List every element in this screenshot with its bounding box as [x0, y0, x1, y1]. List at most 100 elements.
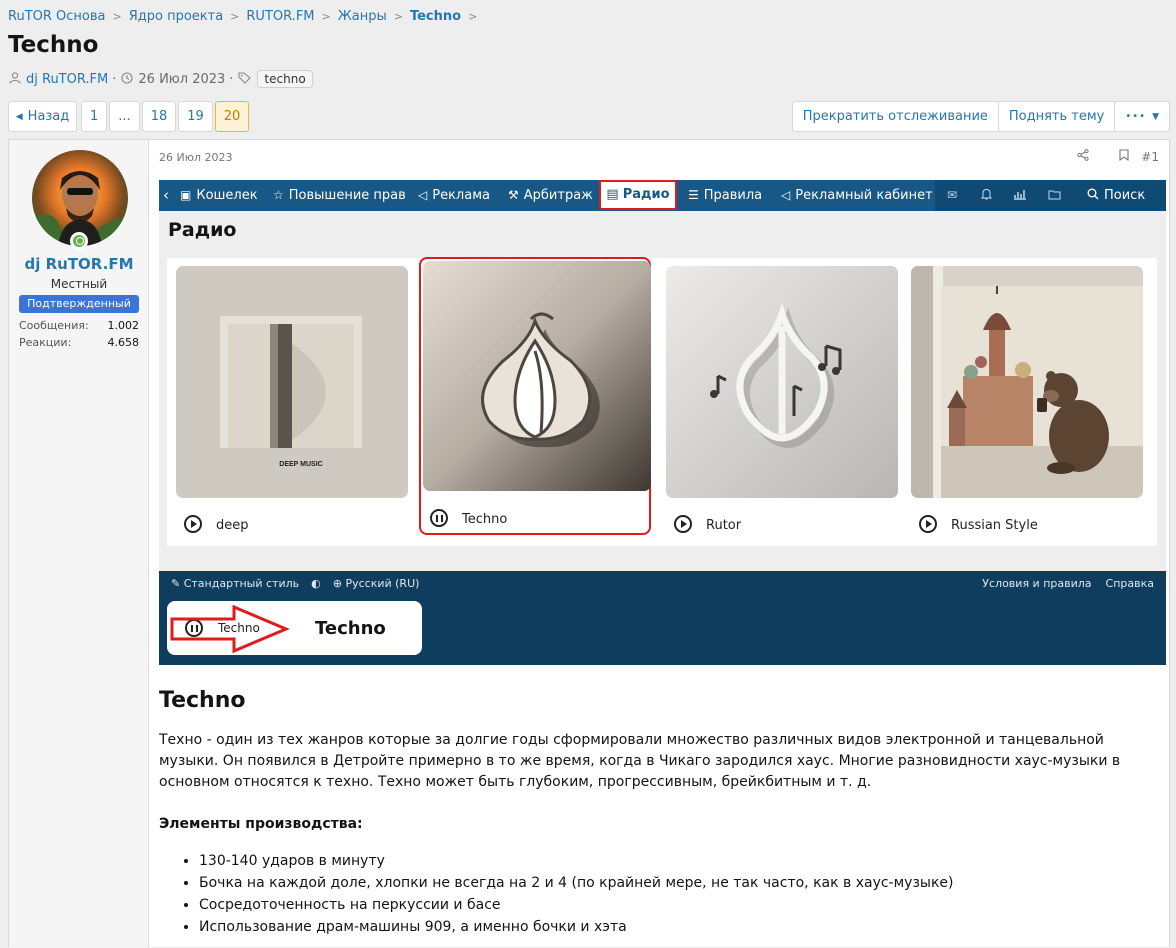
production-elements-list: 130-140 ударов в минуту Бочка на каждой … [159, 850, 954, 938]
now-playing-title: Techno [315, 618, 386, 639]
list-item: 130-140 ударов в минуту [199, 850, 954, 872]
list-item: Сосредоточенность на перкуссии и басе [199, 894, 954, 916]
station-card-rutor[interactable]: Rutor [666, 266, 898, 540]
nav-label: Реклама [432, 188, 490, 203]
list-item: Использование драм-машины 909, а именно … [199, 916, 954, 938]
station-cover-russian-style [911, 266, 1143, 498]
style-label: Стандартный стиль [183, 577, 300, 590]
more-dots: ••• [1125, 111, 1147, 122]
post-number[interactable]: #1 [1141, 150, 1159, 164]
breadcrumb-rutor-fm[interactable]: RUTOR.FM [246, 9, 314, 24]
nav-wallet[interactable]: ▣ Кошелек [180, 180, 258, 211]
share-icon[interactable] [1077, 149, 1089, 164]
nav-label: Радио [622, 187, 670, 202]
nav-label: Арбитраж [523, 188, 593, 203]
article-heading: Techno [159, 688, 246, 713]
nav-search[interactable]: Поиск [1087, 180, 1145, 211]
station-label: Rutor [706, 518, 742, 533]
nav-upgrade[interactable]: ☆ Повышение прав [273, 180, 406, 211]
contrast-icon[interactable]: ◐ [311, 577, 321, 590]
article-paragraph: Техно - один из тех жанров которые за до… [159, 732, 1121, 790]
help-link[interactable]: Справка [1106, 577, 1154, 590]
page-18[interactable]: 18 [141, 101, 177, 132]
station-card-techno[interactable]: Techno [419, 257, 651, 535]
breadcrumb-techno[interactable]: Techno [410, 9, 461, 24]
nav-ads[interactable]: ◁ Реклама [418, 180, 490, 211]
user-title: Местный [50, 277, 108, 291]
bump-thread-button[interactable]: Поднять тему [997, 101, 1116, 132]
user-banner: Подтвержденный [19, 295, 139, 313]
radio-icon: ▤ [606, 187, 619, 202]
globe-icon: ⊕ [332, 577, 346, 590]
radio-stations-panel: DEEP MUSIC deep Techno Rutor Russian Sty… [167, 257, 1157, 546]
thread-actions: Прекратить отслеживание Поднять тему •••… [791, 101, 1170, 132]
style-chooser[interactable]: ✎ Стандартный стиль [171, 577, 299, 590]
post-date[interactable]: 26 Июл 2023 [159, 151, 233, 164]
play-icon[interactable] [184, 515, 202, 533]
stat-key: Сообщения: [19, 319, 89, 332]
chevron-left-icon[interactable]: ‹ [163, 180, 169, 211]
bell-icon[interactable] [980, 180, 993, 211]
radio-site-nav: ‹ ▣ Кошелек ☆ Повышение прав ◁ Реклама ⚒ Арб… [159, 180, 1166, 211]
breadcrumb-rutor-osnova[interactable]: RuTOR Основа [8, 9, 106, 24]
thread-tag[interactable]: techno [257, 70, 313, 88]
nav-radio-active[interactable]: ▤ Радио [599, 180, 677, 210]
pagination-back-button[interactable]: ◀ Назад [8, 101, 77, 132]
page-ellipsis[interactable]: ... [109, 101, 140, 132]
caret-down-icon: ▼ [1152, 111, 1159, 122]
station-cover-techno [423, 261, 651, 491]
thread-author-link[interactable]: dj RuTOR.FM [26, 72, 108, 87]
cover-text: DEEP MUSIC [279, 461, 322, 468]
user-stat-reactions: Реакции: 4.658 [19, 336, 139, 349]
radio-site-footer: ✎ Стандартный стиль ◐ ⊕ Русский (RU) Усл… [159, 571, 1166, 665]
chevron-right-icon: > [230, 9, 240, 23]
brush-icon: ✎ [171, 577, 184, 590]
footer-left: ✎ Стандартный стиль ◐ ⊕ Русский (RU) [171, 577, 419, 590]
bookmark-icon[interactable] [1119, 149, 1129, 164]
nav-arbitration[interactable]: ⚒ Арбитраж [508, 180, 593, 211]
play-icon[interactable] [674, 515, 692, 533]
folder-icon[interactable] [1048, 180, 1061, 211]
breadcrumb-core[interactable]: Ядро проекта [129, 9, 223, 24]
clock-icon [120, 71, 134, 87]
stat-value: 1.002 [107, 319, 140, 332]
post-username[interactable]: dj RuTOR.FM [9, 255, 149, 273]
language-chooser[interactable]: ⊕ Русский (RU) [333, 577, 420, 590]
radio-page-title: Радио [168, 219, 237, 241]
back-label: Назад [27, 109, 70, 124]
station-card-deep[interactable]: DEEP MUSIC deep [176, 266, 408, 540]
more-menu-button[interactable]: ••• ▼ [1114, 101, 1170, 132]
stat-key: Реакции: [19, 336, 72, 349]
breadcrumb-genres[interactable]: Жанры [338, 9, 387, 24]
nav-label: Повышение прав [288, 188, 406, 203]
wallet-icon: ▣ [180, 188, 192, 202]
pause-icon[interactable] [430, 509, 448, 527]
station-label: deep [216, 518, 249, 533]
terms-link[interactable]: Условия и правила [982, 577, 1091, 590]
stat-value: 4.658 [107, 336, 140, 349]
thread-date: 26 Июл 2023 [138, 71, 226, 87]
unwatch-button[interactable]: Прекратить отслеживание [791, 101, 999, 132]
chevron-right-icon: > [468, 9, 478, 23]
mail-icon[interactable]: ✉ [947, 180, 957, 211]
nav-label: Рекламный кабинет [795, 188, 933, 203]
caret-left-icon: ◀ [15, 111, 23, 122]
station-card-russian-style[interactable]: Russian Style [911, 266, 1143, 540]
nav-label: Кошелек [196, 188, 258, 203]
red-arrow-annotation [170, 605, 290, 653]
page-19[interactable]: 19 [178, 101, 213, 132]
nav-ad-cabinet[interactable]: ◁ Рекламный кабинет [781, 180, 933, 211]
list-item: Бочка на каждой доле, хлопки не всегда н… [199, 872, 954, 894]
tag-icon [237, 71, 251, 87]
breadcrumb: RuTOR Основа > Ядро проекта > RUTOR.FM >… [8, 6, 484, 26]
station-cover-deep: DEEP MUSIC [176, 266, 408, 498]
chart-icon[interactable] [1013, 180, 1027, 211]
play-icon[interactable] [919, 515, 937, 533]
search-icon [1087, 188, 1099, 200]
page-1[interactable]: 1 [81, 101, 108, 132]
post: dj RuTOR.FM Местный Подтвержденный Сообщ… [8, 139, 1170, 948]
star-icon: ☆ [273, 188, 284, 202]
page-20-current[interactable]: 20 [214, 101, 250, 132]
nav-rules[interactable]: ☰ Правила [688, 180, 762, 211]
station-label: Russian Style [951, 518, 1038, 533]
